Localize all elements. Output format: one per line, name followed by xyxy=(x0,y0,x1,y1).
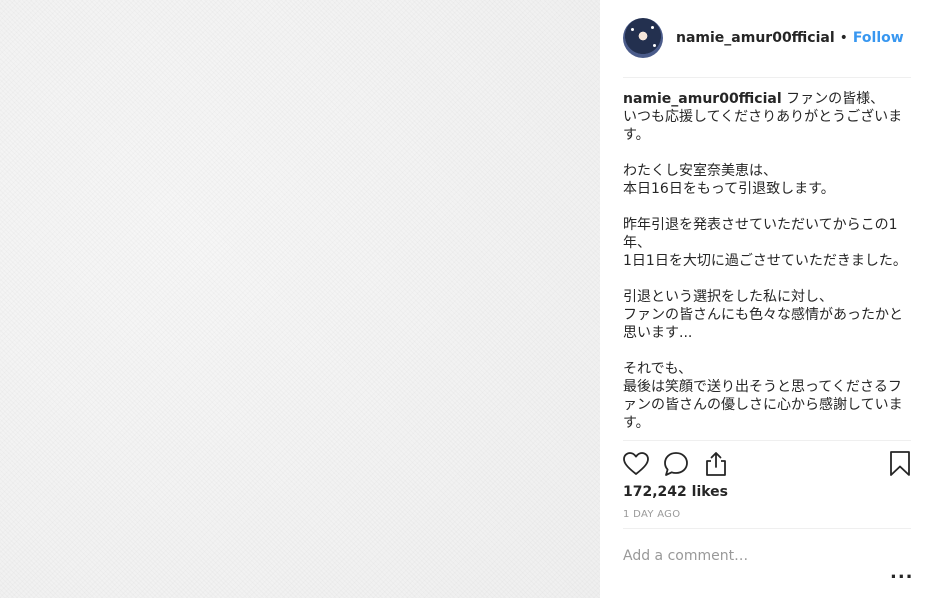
comment-icon[interactable] xyxy=(662,450,690,482)
more-options-icon[interactable]: ... xyxy=(890,562,914,583)
post-timestamp[interactable]: 1 DAY AGO xyxy=(623,509,680,520)
likes-count[interactable]: 172,242 likes xyxy=(623,484,728,500)
caption-username[interactable]: namie_amur00fficial xyxy=(623,91,782,107)
comment-input[interactable] xyxy=(623,546,863,566)
share-icon[interactable] xyxy=(702,450,730,482)
caption-divider xyxy=(623,440,911,441)
comment-divider xyxy=(623,528,911,529)
header-username[interactable]: namie_amur00fficial xyxy=(676,30,835,46)
caption-text: ファンの皆様、 いつも応援してくださりありがとうございます。 わたくし安室奈美恵… xyxy=(623,91,907,431)
follow-button[interactable]: Follow xyxy=(853,30,904,46)
post-image[interactable] xyxy=(0,0,600,598)
header-divider xyxy=(623,77,911,78)
bookmark-icon[interactable] xyxy=(888,450,912,482)
separator-dot: • xyxy=(839,30,848,46)
post-side-panel: namie_amur00fficial • Follow namie_amur0… xyxy=(600,0,934,598)
caption: namie_amur00fficial ファンの皆様、 いつも応援してくださりあ… xyxy=(623,90,913,432)
heart-icon[interactable] xyxy=(622,450,650,482)
post-header: namie_amur00fficial • Follow xyxy=(623,17,911,59)
action-bar xyxy=(622,450,912,478)
avatar[interactable] xyxy=(623,18,663,58)
